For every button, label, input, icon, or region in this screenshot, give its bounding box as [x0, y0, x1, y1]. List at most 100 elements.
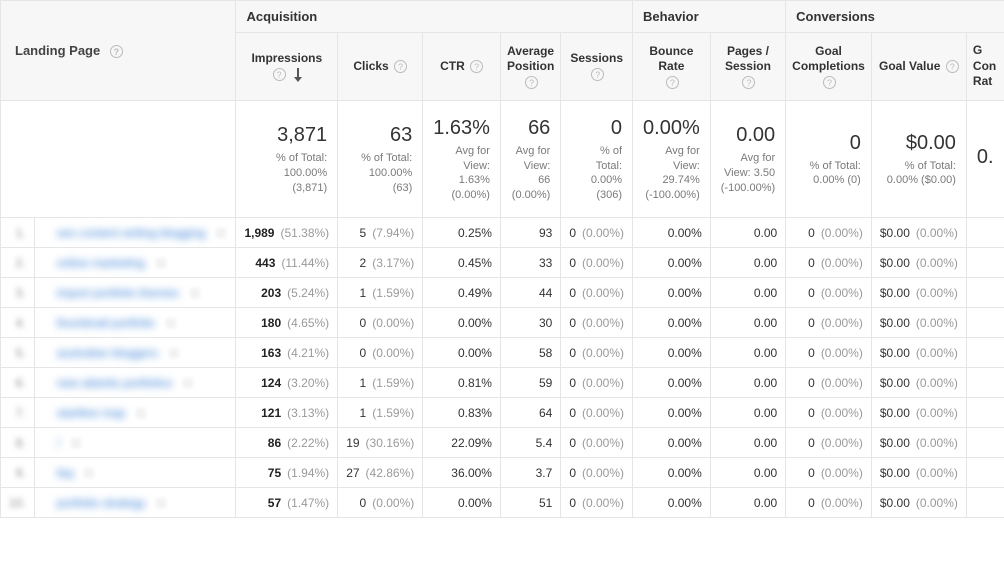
cell-avg-position: 44: [500, 278, 560, 308]
external-link-icon[interactable]: [155, 257, 167, 269]
cell-impressions: 121(3.13%): [236, 398, 338, 428]
col-header-impressions[interactable]: Impressions ?: [236, 33, 338, 101]
cell-landing-page[interactable]: new atlantis portfolios: [34, 368, 236, 398]
cell-bounce-rate: 0.00%: [633, 278, 711, 308]
landing-page-link[interactable]: australian bloggers: [57, 346, 158, 360]
cell-landing-page[interactable]: portfolio strategy: [34, 488, 236, 518]
row-index: 7.: [1, 398, 35, 428]
landing-page-link[interactable]: new atlantis portfolios: [57, 376, 172, 390]
external-link-icon[interactable]: [215, 227, 227, 239]
cell-goal-conv-rate: [966, 218, 1004, 248]
cell-avg-position: 64: [500, 398, 560, 428]
cell-impressions: 443(11.44%): [236, 248, 338, 278]
col-header-sessions[interactable]: Sessions ?: [561, 33, 633, 101]
cell-landing-page[interactable]: import portfolio themes: [34, 278, 236, 308]
help-icon[interactable]: ?: [823, 76, 836, 89]
table-row: 6.new atlantis portfolios124(3.20%)1(1.5…: [1, 368, 1004, 398]
external-link-icon[interactable]: [189, 287, 201, 299]
cell-goal-conv-rate: [966, 368, 1004, 398]
row-index: 3.: [1, 278, 35, 308]
cell-ctr: 36.00%: [423, 458, 501, 488]
cell-landing-page[interactable]: faq: [34, 458, 236, 488]
cell-goal-completions: 0(0.00%): [786, 278, 872, 308]
help-icon[interactable]: ?: [394, 60, 407, 73]
row-index: 2.: [1, 248, 35, 278]
cell-landing-page[interactable]: /: [34, 428, 236, 458]
external-link-icon[interactable]: [182, 377, 194, 389]
cell-goal-completions: 0(0.00%): [786, 428, 872, 458]
cell-avg-position: 59: [500, 368, 560, 398]
landing-page-link[interactable]: /: [57, 436, 60, 450]
cell-sessions: 0(0.00%): [561, 428, 633, 458]
cell-landing-page[interactable]: online marketing: [34, 248, 236, 278]
cell-goal-value: $0.00(0.00%): [871, 338, 966, 368]
col-header-goal-completions[interactable]: Goal Completions ?: [786, 33, 872, 101]
cell-avg-position: 51: [500, 488, 560, 518]
cell-pages-session: 0.00: [710, 218, 785, 248]
cell-bounce-rate: 0.00%: [633, 338, 711, 368]
col-header-goal-conv-rate[interactable]: GConRat: [966, 33, 1004, 101]
sort-desc-icon[interactable]: [293, 68, 303, 82]
row-index: 4.: [1, 308, 35, 338]
summary-ctr: 1.63% Avg for View: 1.63% (0.00%): [423, 100, 501, 217]
row-index: 6.: [1, 368, 35, 398]
external-link-icon[interactable]: [165, 317, 177, 329]
cell-sessions: 0(0.00%): [561, 458, 633, 488]
col-header-avg-position[interactable]: Average Position ?: [500, 33, 560, 101]
external-link-icon[interactable]: [83, 467, 95, 479]
cell-bounce-rate: 0.00%: [633, 428, 711, 458]
col-header-clicks[interactable]: Clicks ?: [338, 33, 423, 101]
cell-avg-position: 5.4: [500, 428, 560, 458]
col-header-ctr[interactable]: CTR ?: [423, 33, 501, 101]
help-icon[interactable]: ?: [470, 60, 483, 73]
cell-goal-value: $0.00(0.00%): [871, 488, 966, 518]
summary-clicks: 63 % of Total: 100.00% (63): [338, 100, 423, 217]
summary-sessions: 0 % of Total: 0.00% (306): [561, 100, 633, 217]
cell-clicks: 1(1.59%): [338, 278, 423, 308]
col-header-pages-session[interactable]: Pages / Session ?: [710, 33, 785, 101]
external-link-icon[interactable]: [168, 347, 180, 359]
external-link-icon[interactable]: [155, 497, 167, 509]
cell-sessions: 0(0.00%): [561, 398, 633, 428]
table-row: 5.australian bloggers163(4.21%)0(0.00%)0…: [1, 338, 1004, 368]
help-icon[interactable]: ?: [110, 45, 123, 58]
cell-landing-page[interactable]: seo content writing blogging: [34, 218, 236, 248]
cell-avg-position: 30: [500, 308, 560, 338]
cell-landing-page[interactable]: australian bloggers: [34, 338, 236, 368]
col-header-goal-value[interactable]: Goal Value ?: [871, 33, 966, 101]
landing-page-link[interactable]: faq: [57, 466, 74, 480]
external-link-icon[interactable]: [70, 437, 82, 449]
landing-page-link[interactable]: startline map: [57, 406, 126, 420]
cell-pages-session: 0.00: [710, 278, 785, 308]
col-header-landing-page[interactable]: Landing Page ?: [1, 1, 236, 101]
cell-pages-session: 0.00: [710, 488, 785, 518]
landing-page-link[interactable]: import portfolio themes: [57, 286, 179, 300]
row-index: 1.: [1, 218, 35, 248]
cell-ctr: 0.00%: [423, 308, 501, 338]
cell-goal-value: $0.00(0.00%): [871, 218, 966, 248]
external-link-icon[interactable]: [135, 407, 147, 419]
landing-page-link[interactable]: portfolio strategy: [57, 496, 146, 510]
help-icon[interactable]: ?: [946, 60, 959, 73]
cell-clicks: 0(0.00%): [338, 338, 423, 368]
row-index: 9.: [1, 458, 35, 488]
col-header-bounce-rate[interactable]: Bounce Rate ?: [633, 33, 711, 101]
cell-goal-completions: 0(0.00%): [786, 368, 872, 398]
cell-bounce-rate: 0.00%: [633, 368, 711, 398]
cell-avg-position: 3.7: [500, 458, 560, 488]
help-icon[interactable]: ?: [666, 76, 679, 89]
col-group-acquisition: Acquisition: [236, 1, 633, 33]
table-row: 3.import portfolio themes203(5.24%)1(1.5…: [1, 278, 1004, 308]
cell-landing-page[interactable]: thumbnail portfolio: [34, 308, 236, 338]
help-icon[interactable]: ?: [273, 68, 286, 81]
cell-pages-session: 0.00: [710, 368, 785, 398]
help-icon[interactable]: ?: [591, 68, 604, 81]
cell-goal-value: $0.00(0.00%): [871, 428, 966, 458]
landing-page-link[interactable]: thumbnail portfolio: [57, 316, 155, 330]
landing-page-link[interactable]: seo content writing blogging: [57, 226, 206, 240]
help-icon[interactable]: ?: [742, 76, 755, 89]
cell-landing-page[interactable]: startline map: [34, 398, 236, 428]
cell-pages-session: 0.00: [710, 308, 785, 338]
landing-page-link[interactable]: online marketing: [57, 256, 145, 270]
help-icon[interactable]: ?: [525, 76, 538, 89]
